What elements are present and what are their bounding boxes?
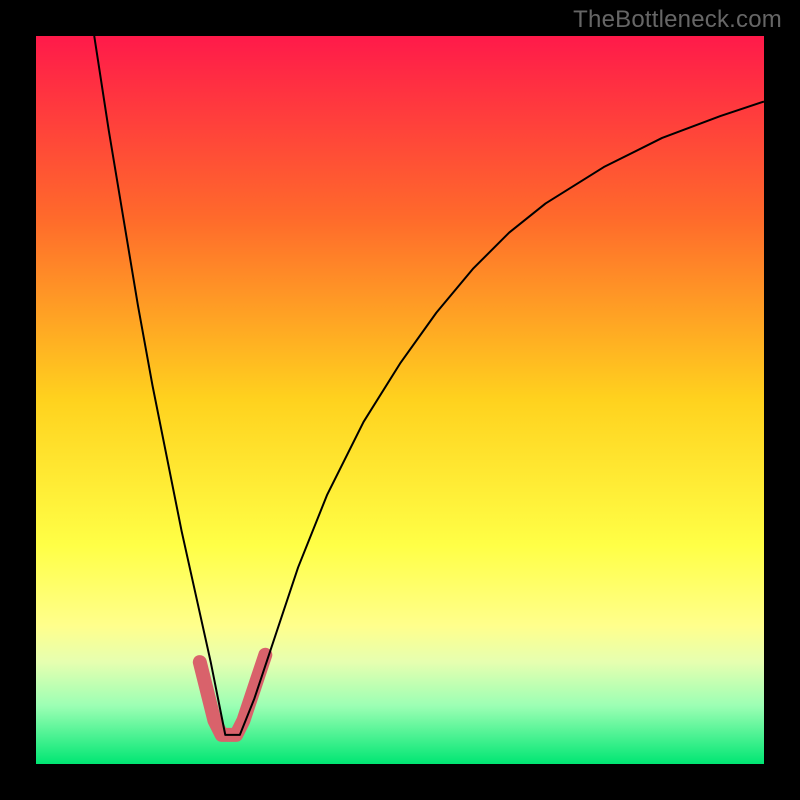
watermark-text: TheBottleneck.com xyxy=(573,6,782,34)
curve-layer xyxy=(36,36,764,764)
chart-container: TheBottleneck.com xyxy=(0,0,800,800)
plot-area xyxy=(36,36,764,764)
bottleneck-curve xyxy=(94,36,764,735)
